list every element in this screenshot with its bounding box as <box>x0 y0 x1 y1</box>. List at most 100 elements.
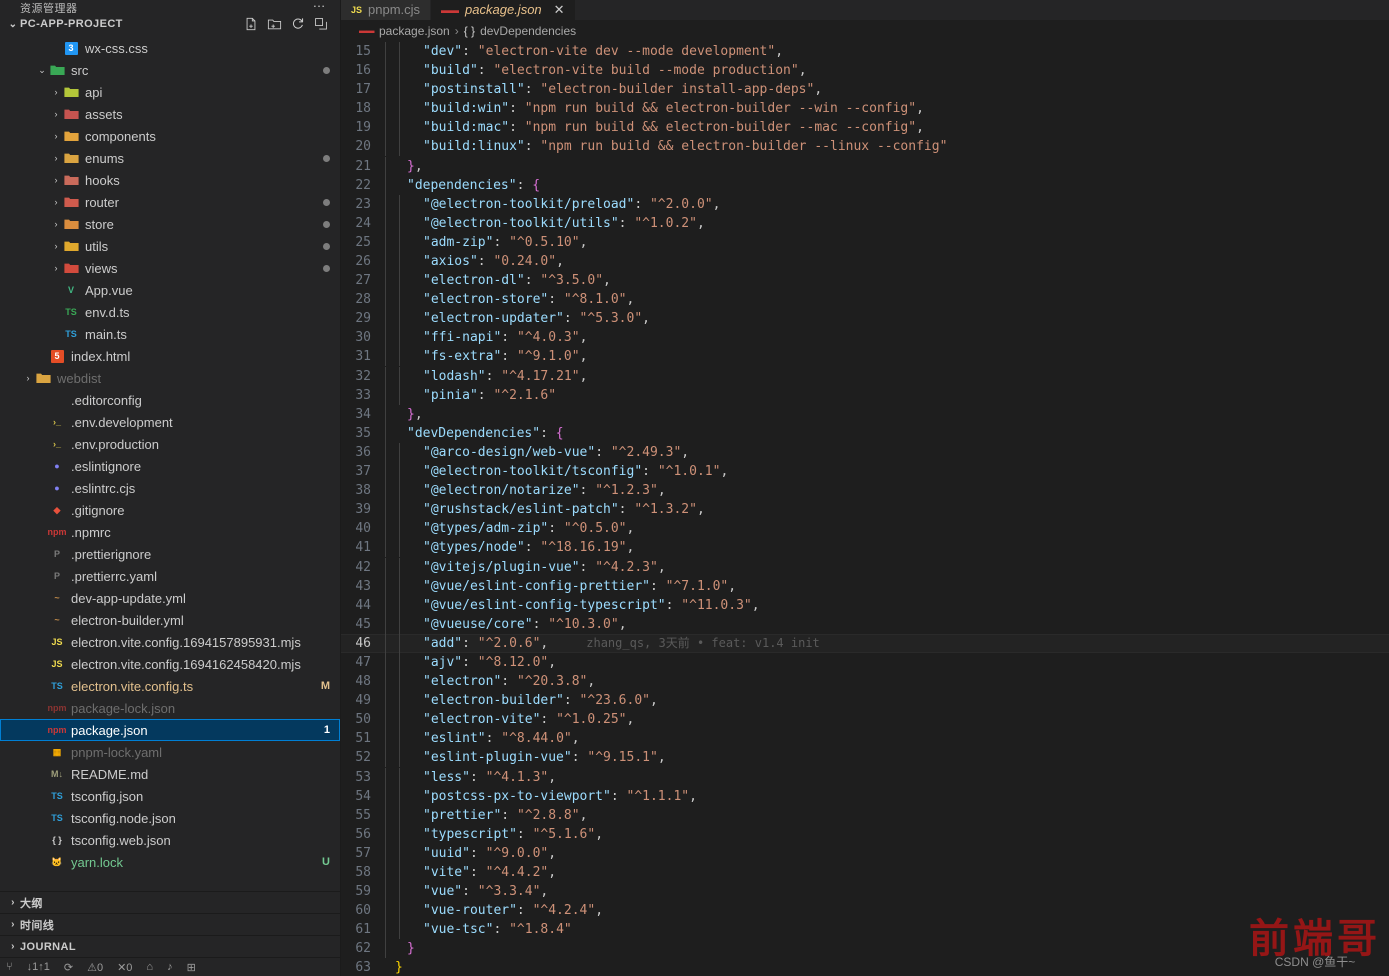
code-line[interactable]: 46 "add": "^2.0.6", zhang_qs, 3天前 • feat: … <box>341 633 1389 653</box>
chevron-right-icon[interactable]: › <box>50 197 62 207</box>
tree-item[interactable]: › store <box>0 213 340 235</box>
tree-item[interactable]: ▦ pnpm-lock.yaml <box>0 741 340 763</box>
tree-item[interactable]: ~ electron-builder.yml <box>0 609 340 631</box>
project-root-header[interactable]: ⌄ PC-APP-PROJECT <box>0 13 340 35</box>
chevron-right-icon[interactable]: › <box>6 919 20 930</box>
code-line[interactable]: 41 "@types/node": "^18.16.19", <box>341 538 1389 558</box>
status-bar[interactable]: ⑂ ↓1↑1 ⟳ ⚠0 ✕0 ⌂ ♪ ⊞ <box>0 958 340 976</box>
tree-item[interactable]: › views <box>0 257 340 279</box>
chevron-right-icon[interactable]: › <box>50 131 62 141</box>
code-line[interactable]: 36 "@arco-design/web-vue": "^2.49.3", <box>341 442 1389 462</box>
code-line[interactable]: 54 "postcss-px-to-viewport": "^1.1.1", <box>341 786 1389 806</box>
tree-item[interactable]: V App.vue <box>0 279 340 301</box>
code-line[interactable]: 26 "axios": "0.24.0", <box>341 252 1389 272</box>
chevron-right-icon[interactable]: › <box>50 109 62 119</box>
status-bar-item[interactable]: ↓1↑1 <box>27 961 50 973</box>
code-line[interactable]: 33 "pinia": "^2.1.6" <box>341 385 1389 405</box>
code-line[interactable]: 58 "vite": "^4.4.2", <box>341 863 1389 883</box>
status-bar-item[interactable]: ⑂ <box>6 961 13 973</box>
code-line[interactable]: 22 "dependencies": { <box>341 175 1389 195</box>
chevron-right-icon[interactable]: › <box>50 153 62 163</box>
tree-item[interactable]: TS electron.vite.config.ts M <box>0 675 340 697</box>
breadcrumb[interactable]: ▬▬ package.json › { } devDependencies <box>341 19 1389 42</box>
code-line[interactable]: 47 "ajv": "^8.12.0", <box>341 652 1389 672</box>
code-line[interactable]: 40 "@types/adm-zip": "^0.5.0", <box>341 519 1389 539</box>
chevron-right-icon[interactable]: › <box>22 373 34 383</box>
editor-tab-bar[interactable]: JS pnpm.cjs ▬▬ package.json ✕ <box>341 0 1389 20</box>
tree-item[interactable]: 3 wx-css.css <box>0 37 340 59</box>
code-line[interactable]: 32 "lodash": "^4.17.21", <box>341 366 1389 386</box>
tree-item[interactable]: { } tsconfig.web.json <box>0 829 340 851</box>
breadcrumb-symbol[interactable]: devDependencies <box>480 24 576 38</box>
tree-item[interactable]: › components <box>0 125 340 147</box>
tree-item[interactable]: P .prettierrc.yaml <box>0 565 340 587</box>
tree-item[interactable]: ◆ .gitignore <box>0 499 340 521</box>
chevron-down-icon[interactable]: ⌄ <box>36 65 48 76</box>
tree-item[interactable]: ● .eslintignore <box>0 455 340 477</box>
code-line[interactable]: 35 "devDependencies": { <box>341 423 1389 443</box>
tree-item[interactable]: TS main.ts <box>0 323 340 345</box>
code-line[interactable]: 20 "build:linux": "npm run build && elect… <box>341 137 1389 157</box>
tree-item[interactable]: › enums <box>0 147 340 169</box>
code-line[interactable]: 19 "build:mac": "npm run build && electro… <box>341 118 1389 138</box>
editor-tab[interactable]: JS pnpm.cjs <box>341 0 432 20</box>
chevron-right-icon[interactable]: › <box>50 175 62 185</box>
tree-item[interactable]: › assets <box>0 103 340 125</box>
code-line[interactable]: 51 "eslint": "^8.44.0", <box>341 729 1389 749</box>
file-tree[interactable]: 3 wx-css.css ⌄ src › api › assets › components › en… <box>0 35 340 891</box>
chevron-right-icon[interactable]: › <box>50 87 62 97</box>
tree-item[interactable]: 🐱 yarn.lock U <box>0 851 340 873</box>
tree-item[interactable]: › webdist <box>0 367 340 389</box>
status-bar-item[interactable]: ♪ <box>167 961 173 973</box>
code-line[interactable]: 60 "vue-router": "^4.2.4", <box>341 901 1389 921</box>
code-line[interactable]: 34}, <box>341 404 1389 424</box>
code-line[interactable]: 48 "electron": "^20.3.8", <box>341 672 1389 692</box>
code-line[interactable]: 37 "@electron-toolkit/tsconfig": "^1.0.1"… <box>341 462 1389 482</box>
code-line[interactable]: 21}, <box>341 156 1389 176</box>
code-line[interactable]: 25 "adm-zip": "^0.5.10", <box>341 232 1389 252</box>
code-line[interactable]: 17 "postinstall": "electron-builder insta… <box>341 80 1389 100</box>
tree-item[interactable]: › hooks <box>0 169 340 191</box>
code-line[interactable]: 62} <box>341 939 1389 959</box>
code-line[interactable]: 15 "dev": "electron-vite dev --mode devel… <box>341 41 1389 61</box>
chevron-down-icon[interactable]: ⌄ <box>6 19 20 30</box>
status-bar-item[interactable]: ✕0 <box>117 961 132 974</box>
sidebar-section-outline[interactable]: › 大纲 <box>0 892 340 914</box>
editor-vertical-scrollbar[interactable] <box>1375 42 1389 976</box>
sidebar-section-timeline[interactable]: › 时间线 <box>0 914 340 936</box>
tree-item[interactable]: ● .eslintrc.cjs <box>0 477 340 499</box>
close-icon[interactable]: ✕ <box>554 2 565 18</box>
tree-item[interactable]: .editorconfig <box>0 389 340 411</box>
code-line[interactable]: 38 "@electron/notarize": "^1.2.3", <box>341 481 1389 501</box>
code-line[interactable]: 23 "@electron-toolkit/preload": "^2.0.0", <box>341 194 1389 214</box>
tree-item[interactable]: M↓ README.md <box>0 763 340 785</box>
new-folder-icon[interactable] <box>267 17 282 31</box>
collapse-all-icon[interactable] <box>314 17 328 31</box>
sidebar-section-journal[interactable]: › JOURNAL <box>0 936 340 958</box>
status-bar-item[interactable]: ⚠0 <box>87 961 103 974</box>
code-line[interactable]: 16 "build": "electron-vite build --mode p… <box>341 61 1389 81</box>
code-line[interactable]: 27 "electron-dl": "^3.5.0", <box>341 271 1389 291</box>
tree-item[interactable]: 5 index.html <box>0 345 340 367</box>
code-line[interactable]: 28 "electron-store": "^8.1.0", <box>341 290 1389 310</box>
tree-item[interactable]: ›_ .env.development <box>0 411 340 433</box>
explorer-more-actions-icon[interactable]: … <box>313 0 327 10</box>
tree-item[interactable]: TS env.d.ts <box>0 301 340 323</box>
code-line[interactable]: 61 "vue-tsc": "^1.8.4" <box>341 920 1389 940</box>
code-line[interactable]: 57 "uuid": "^9.0.0", <box>341 843 1389 863</box>
code-line[interactable]: 30 "ffi-napi": "^4.0.3", <box>341 328 1389 348</box>
tree-item[interactable]: npm .npmrc <box>0 521 340 543</box>
chevron-right-icon[interactable]: › <box>6 897 20 908</box>
tree-item[interactable]: ~ dev-app-update.yml <box>0 587 340 609</box>
code-line[interactable]: 39 "@rushstack/eslint-patch": "^1.3.2", <box>341 500 1389 520</box>
code-line[interactable]: 44 "@vue/eslint-config-typescript": "^11.… <box>341 595 1389 615</box>
tree-item[interactable]: TS tsconfig.json <box>0 785 340 807</box>
chevron-right-icon[interactable]: › <box>50 241 62 251</box>
tree-item[interactable]: ›_ .env.production <box>0 433 340 455</box>
status-bar-item[interactable]: ⊞ <box>187 961 196 974</box>
code-line[interactable]: 24 "@electron-toolkit/utils": "^1.0.2", <box>341 213 1389 233</box>
new-file-icon[interactable] <box>244 17 258 31</box>
breadcrumb-file[interactable]: package.json <box>379 24 450 38</box>
status-bar-item[interactable]: ⌂ <box>146 961 153 973</box>
status-bar-item[interactable]: ⟳ <box>64 961 73 974</box>
